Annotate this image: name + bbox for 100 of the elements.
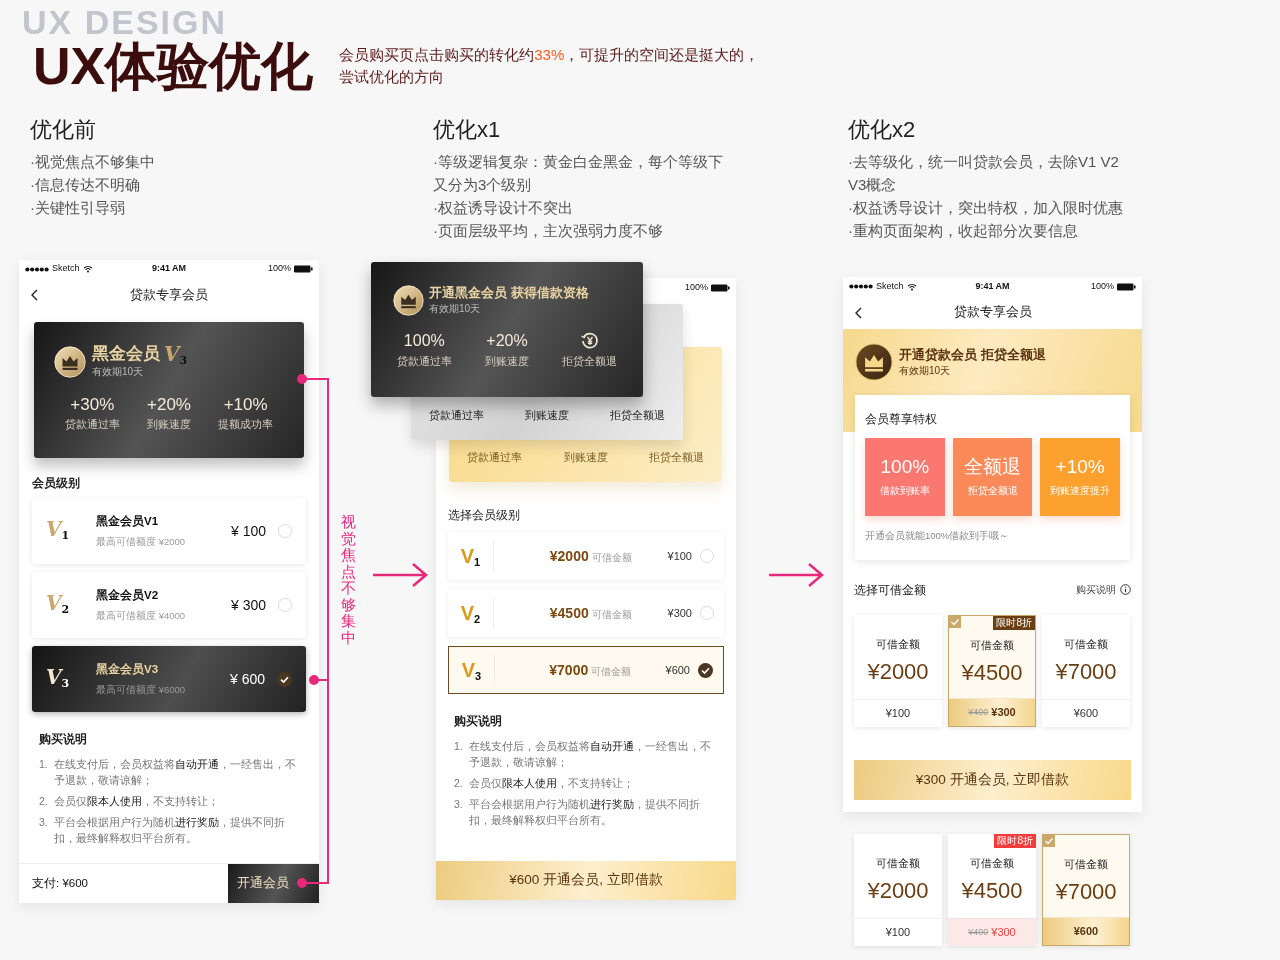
signal-icon <box>25 266 49 272</box>
stat-label: 贷款通过率 <box>396 354 452 369</box>
page-title: 贷款专享会员 <box>953 304 1032 322</box>
bullet-text: ·重构页面架构，收起部分次要信息 <box>848 221 1079 241</box>
amount-card[interactable]: 可借金额 ¥2000 ¥100 <box>854 834 942 946</box>
arrow-icon <box>767 562 824 588</box>
join-button[interactable]: 开通会员 <box>228 864 319 903</box>
price-text: ¥300 <box>667 605 692 621</box>
discount-badge: 限时8折 <box>993 616 1035 630</box>
radio-button[interactable] <box>278 524 292 538</box>
amount-value: ¥7000 <box>1055 657 1117 686</box>
level-logo: V$_{3}$ <box>164 344 188 364</box>
check-corner-icon <box>949 616 961 628</box>
level-option[interactable]: V$_{1}$ ¥2000 可借金额 ¥100 <box>448 532 724 580</box>
note-text: 平台会根据用户行为随机进行奖励，提供不同折扣，最终解释权归平台所有。 <box>54 815 286 846</box>
level-option[interactable]: V$_{3}$ ¥7000 可借金额 ¥600 <box>448 646 724 694</box>
amount-card[interactable]: 限时8折 可借金额 ¥4500 ¥400 ¥300 <box>948 615 1036 727</box>
list-number: 2. <box>39 794 49 809</box>
section-title: 会员尊享特权 <box>865 412 938 426</box>
perk-value: +10% <box>1055 455 1105 480</box>
bullet-text: ·信息传达不明确 <box>30 175 141 195</box>
level-logo: V$_{1}$ <box>46 517 70 541</box>
price-text: ¥100 <box>885 706 911 722</box>
validity-text: 有效期10天 <box>92 365 145 379</box>
stat-value: +30% <box>70 395 115 415</box>
perks-note: 开通会员就能100%借款到手哦～ <box>865 529 1011 543</box>
perk-value: 100% <box>880 455 930 480</box>
clock-time: 9:41 AM <box>975 279 1010 293</box>
stat-value: +20% <box>486 331 528 351</box>
info-icon[interactable] <box>1120 584 1131 595</box>
stat-label: 到账速度 <box>485 354 529 369</box>
price-text: ¥600 <box>1073 924 1099 940</box>
list-number: 1. <box>454 739 464 754</box>
bullet-text: ·等级逻辑复杂：黄金白金黑金，每个等级下又分为3个级别 <box>433 152 723 195</box>
amount-label: 可借金额 <box>1064 857 1108 872</box>
level-option[interactable]: V$_{2}$ ¥4500 可借金额 ¥300 <box>448 589 724 637</box>
section-title: 会员级别 <box>31 476 81 490</box>
old-price: ¥400 <box>968 705 989 719</box>
battery-percent: 100% <box>267 262 291 276</box>
amount-label: 可借金额 <box>876 637 920 652</box>
crown-icon <box>54 345 86 378</box>
back-icon[interactable] <box>855 306 862 319</box>
amount-value: ¥7000 <box>1055 877 1117 906</box>
join-button[interactable]: ¥600 开通会员, 立即借款 <box>436 861 736 900</box>
price-text: ¥100 <box>885 925 911 941</box>
bullet-text: ·权益诱导设计，突出特权，加入限时优惠 <box>848 198 1124 218</box>
level-option[interactable]: V$_{3}$ 黑金会员V3 最高可借额度 ¥6000 ¥ 600 <box>32 646 306 712</box>
amount-card[interactable]: 可借金额 ¥2000 ¥100 <box>854 615 942 727</box>
amount-card[interactable]: 可借金额 ¥7000 ¥600 <box>1042 615 1130 727</box>
amount-value: ¥4500 <box>961 876 1023 905</box>
level-logo: V$_{2}$ <box>460 603 481 623</box>
section-title: 选择可借金额 <box>854 582 926 597</box>
section-title: 购买说明 <box>454 714 503 728</box>
discount-badge: 限时8折 <box>994 834 1036 848</box>
stat-label: 拒贷全额退 <box>609 408 667 424</box>
level-option[interactable]: V$_{2}$ 黑金会员V2 最高可借额度 ¥4000 ¥ 300 <box>32 572 306 638</box>
card-title: 开通黑金会员 获得借款资格 <box>429 284 589 301</box>
bullet-text: ·去等级化，统一叫贷款会员，去除V1 V2 V3概念 <box>848 152 1120 195</box>
checked-icon[interactable] <box>277 671 292 687</box>
section-title: 购买说明 <box>39 732 88 746</box>
level-name: 黑金会员V3 <box>96 662 160 678</box>
join-button[interactable]: ¥300 开通会员, 立即借款 <box>854 760 1131 800</box>
amount-label: 可借金额 <box>591 664 632 679</box>
level-option[interactable]: V$_{1}$ 黑金会员V1 最高可借额度 ¥2000 ¥ 100 <box>32 498 306 564</box>
amount-label: 可借金额 <box>876 856 920 871</box>
list-number: 3. <box>454 797 464 812</box>
radio-button[interactable] <box>700 549 714 563</box>
section-heading: 优化x2 <box>848 116 917 144</box>
bullet-text: ·关键性引导弱 <box>30 198 126 218</box>
amount-value: ¥4500 <box>549 603 589 623</box>
amount-label: 可借金额 <box>1064 637 1108 652</box>
amount-value: ¥4500 <box>961 658 1023 687</box>
back-icon[interactable] <box>31 289 38 301</box>
carrier-label: Sketch <box>876 279 904 293</box>
arrow-icon <box>371 562 428 588</box>
price-text: ¥600 <box>665 662 690 678</box>
check-corner-icon <box>1043 835 1055 847</box>
battery-percent: 100% <box>1090 279 1114 293</box>
perk-label: 到账速度提升 <box>1050 484 1111 499</box>
amount-card[interactable]: 限时8折 可借金额 ¥4500 ¥400 ¥300 <box>948 834 1036 946</box>
help-link[interactable]: 购买说明 <box>1076 582 1116 597</box>
limit-text: 最高可借额度 ¥2000 <box>96 534 186 549</box>
note-text: 在线支付后，会员权益将自动开通，一经售出，不予退款，敬请谅解； <box>54 757 297 788</box>
checked-icon[interactable] <box>698 662 713 678</box>
stat-label: 到账速度 <box>562 450 609 466</box>
old-price: ¥400 <box>968 925 989 939</box>
intro-text: 会员购买页点击购买的转化约33%，可提升的空间还是挺大的， 尝试优化的方向 <box>339 45 760 87</box>
radio-button[interactable] <box>700 606 714 620</box>
stat-label: 贷款通过率 <box>466 450 523 466</box>
card-title: 黑金会员 <box>92 344 160 364</box>
radio-button[interactable] <box>278 598 292 612</box>
stat-label: 到账速度 <box>147 417 191 432</box>
stat-label: 贷款通过率 <box>64 417 120 432</box>
perk-label: 拒贷全额退 <box>967 484 1018 499</box>
stat-value: +20% <box>147 395 191 415</box>
banner-title: 开通贷款会员 拒贷全额退 <box>899 346 1046 363</box>
price-text: ¥300 <box>991 925 1016 941</box>
list-number: 2. <box>454 776 464 791</box>
stat-value: +10% <box>223 395 268 415</box>
amount-card[interactable]: 可借金额 ¥7000 ¥600 <box>1042 834 1130 946</box>
